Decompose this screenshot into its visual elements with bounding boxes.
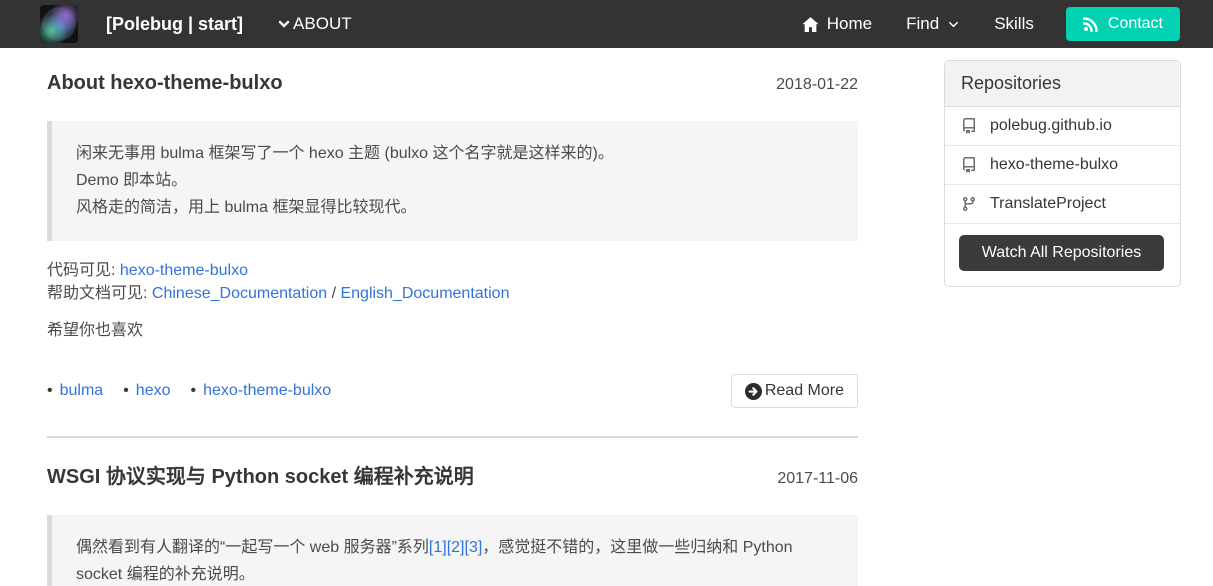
tags-row: bulma hexo hexo-theme-bulxo Read More <box>47 374 858 409</box>
tag-item: hexo <box>123 382 171 400</box>
docs-separator: / <box>327 284 341 302</box>
post-title[interactable]: WSGI 协议实现与 Python socket 编程补充说明 <box>47 460 474 489</box>
site-brand[interactable]: [Polebug | start] <box>106 14 243 35</box>
post-excerpt-quote: 闲来无事用 bulma 框架写了一个 hexo 主题 (bulxo 这个名字就是… <box>47 121 858 241</box>
tag-link[interactable]: hexo-theme-bulxo <box>203 382 331 400</box>
post-excerpt-quote: 偶然看到有人翻译的“一起写一个 web 服务器”系列[1][2][3]，感觉挺不… <box>47 515 858 586</box>
chevron-down-icon <box>277 17 293 31</box>
docs-label: 帮助文档可见: <box>47 284 152 302</box>
code-label: 代码可见: <box>47 261 120 279</box>
post-list: About hexo-theme-bulxo 2018-01-22 闲来无事用 … <box>47 60 858 586</box>
chinese-doc-link[interactable]: Chinese_Documentation <box>152 285 327 302</box>
post-header: WSGI 协议实现与 Python socket 编程补充说明 2017-11-… <box>47 460 858 489</box>
repo-item-hexo-theme-bulxo[interactable]: hexo-theme-bulxo <box>945 146 1180 185</box>
code-line: 代码可见: hexo-theme-bulxo <box>47 259 858 282</box>
english-doc-link[interactable]: English_Documentation <box>340 285 509 302</box>
repo-book-icon <box>961 157 977 173</box>
repo-book-icon <box>961 118 977 134</box>
panel-heading: Repositories <box>945 61 1180 107</box>
nav-skills-label: Skills <box>994 14 1034 33</box>
nav-item-find[interactable]: Find <box>906 14 960 34</box>
tag-link[interactable]: hexo <box>136 382 171 400</box>
repositories-panel: Repositories polebug.github.io hexo-them… <box>944 60 1181 287</box>
contact-button[interactable]: Contact <box>1065 7 1180 41</box>
nav-item-home[interactable]: Home <box>802 14 872 34</box>
page-container: About hexo-theme-bulxo 2018-01-22 闲来无事用 … <box>0 48 1213 586</box>
contact-label: Contact <box>1107 15 1163 32</box>
repo-name: TranslateProject <box>990 195 1106 212</box>
nav-item-about[interactable]: ABOUT <box>277 14 352 34</box>
post-title[interactable]: About hexo-theme-bulxo <box>47 72 283 95</box>
panel-footer: Watch All Repositories <box>945 224 1180 286</box>
repo-link[interactable]: hexo-theme-bulxo <box>120 262 248 279</box>
post-header: About hexo-theme-bulxo 2018-01-22 <box>47 72 858 95</box>
tag-list: bulma hexo hexo-theme-bulxo <box>47 382 332 400</box>
quote-line: 风格走的简洁，用上 bulma 框架显得比较现代。 <box>76 199 417 217</box>
post-divider <box>47 436 858 439</box>
home-icon <box>802 16 819 32</box>
post-date: 2017-11-06 <box>777 470 858 488</box>
tag-link[interactable]: bulma <box>60 382 104 400</box>
site-logo[interactable] <box>40 5 78 43</box>
ref-link-3[interactable]: [3] <box>465 539 483 556</box>
sidebar: Repositories polebug.github.io hexo-them… <box>944 60 1181 586</box>
chevron-down-icon <box>947 18 960 31</box>
post-1: About hexo-theme-bulxo 2018-01-22 闲来无事用 … <box>47 72 858 439</box>
quote-text: 偶然看到有人翻译的“一起写一个 web 服务器”系列 <box>76 539 429 557</box>
column-gap <box>858 60 944 586</box>
read-more-button[interactable]: Read More <box>730 374 858 409</box>
repo-name: polebug.github.io <box>990 117 1112 134</box>
ref-link-1[interactable]: [1] <box>429 539 447 556</box>
quote-line: Demo 即本站。 <box>76 172 188 190</box>
navbar: [Polebug | start] ABOUT Home Find Skills… <box>0 0 1213 48</box>
git-fork-icon <box>961 196 977 212</box>
tag-item: bulma <box>47 382 104 400</box>
nav-find-label: Find <box>906 14 940 33</box>
closing-line: 希望你也喜欢 <box>47 321 144 339</box>
ref-link-2[interactable]: [2] <box>447 539 465 556</box>
read-more-label: Read More <box>764 382 844 400</box>
nav-item-skills[interactable]: Skills <box>994 14 1034 34</box>
rss-icon <box>1082 16 1099 32</box>
arrow-circle-right-icon <box>744 382 762 400</box>
tag-item: hexo-theme-bulxo <box>191 382 331 400</box>
repo-item-translateproject[interactable]: TranslateProject <box>945 185 1180 224</box>
quote-line: 闲来无事用 bulma 框架写了一个 hexo 主题 (bulxo 这个名字就是… <box>76 145 614 162</box>
post-body: 代码可见: hexo-theme-bulxo 帮助文档可见: Chinese_D… <box>47 259 858 343</box>
nav-about-label: ABOUT <box>293 14 352 33</box>
repo-item-polebug-github-io[interactable]: polebug.github.io <box>945 107 1180 146</box>
docs-line: 帮助文档可见: Chinese_Documentation / English_… <box>47 282 858 305</box>
post-date: 2018-01-22 <box>776 76 858 93</box>
repo-name: hexo-theme-bulxo <box>990 156 1119 173</box>
watch-all-repositories-button[interactable]: Watch All Repositories <box>959 235 1164 271</box>
nav-home-label: Home <box>826 14 873 33</box>
post-2: WSGI 协议实现与 Python socket 编程补充说明 2017-11-… <box>47 460 858 586</box>
